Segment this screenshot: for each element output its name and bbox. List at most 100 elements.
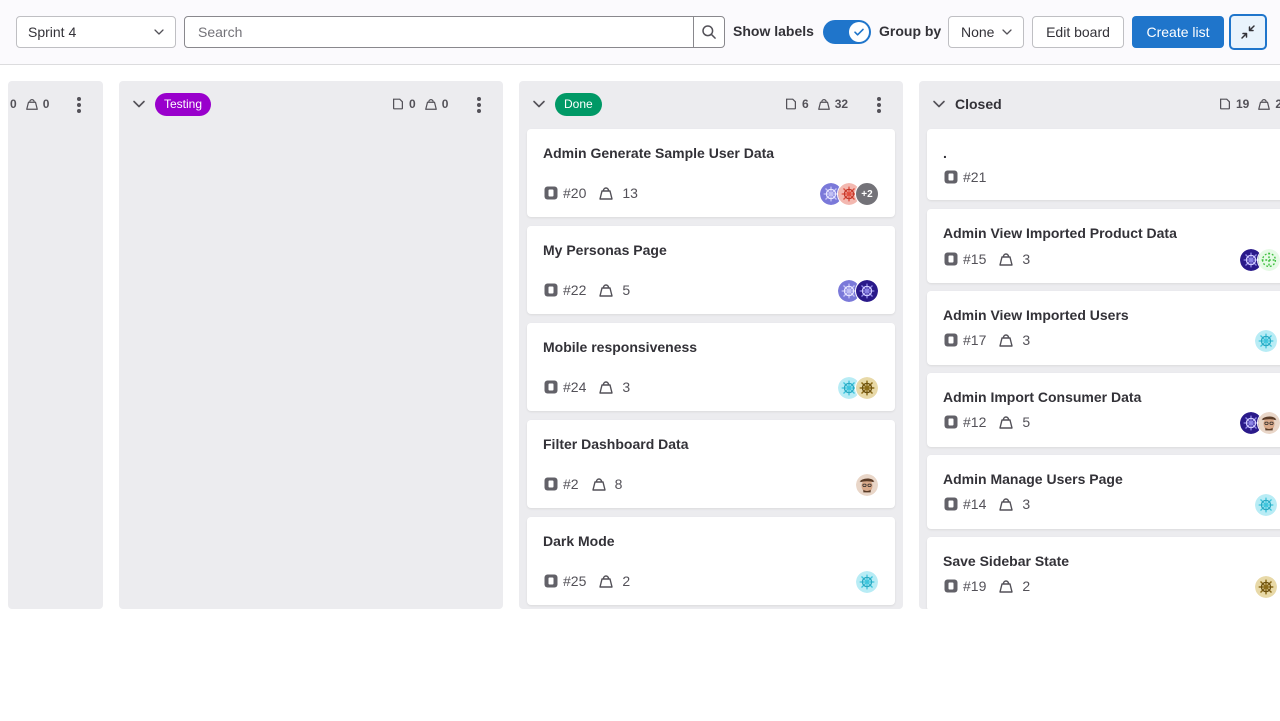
issue-card[interactable]: Admin Generate Sample User Data #20 13 +… <box>527 129 895 217</box>
check-icon <box>854 28 864 36</box>
avatar[interactable] <box>855 376 879 400</box>
issue-weight: 5 <box>1022 414 1031 430</box>
issue-title[interactable]: Admin View Imported Users <box>943 307 1129 323</box>
issue-title[interactable]: Admin Manage Users Page <box>943 471 1123 487</box>
issue-card[interactable]: Dark Mode #25 2 <box>527 517 895 605</box>
issue-number: #24 <box>563 379 587 395</box>
list-header: 0 0 <box>8 81 103 129</box>
issue-card[interactable]: . #21 <box>927 129 1280 200</box>
issue-title[interactable]: . <box>943 145 947 161</box>
group-by-dropdown[interactable]: None <box>948 16 1024 48</box>
issues-icon <box>391 97 405 111</box>
issue-card[interactable]: My Personas Page #22 5 <box>527 226 895 314</box>
issue-card[interactable]: Admin Import Consumer Data #12 5 <box>927 373 1280 447</box>
collapse-fullscreen-button[interactable] <box>1229 14 1267 50</box>
weight-icon <box>998 414 1014 430</box>
issue-card[interactable]: Admin View Imported Product Data #15 3 <box>927 209 1280 283</box>
issue-count: 0 <box>10 97 17 111</box>
weight-icon <box>998 496 1014 512</box>
create-list-button[interactable]: Create list <box>1132 16 1224 48</box>
avatar[interactable] <box>855 279 879 303</box>
issue-meta: #24 3 <box>543 379 630 395</box>
collapse-list-chevron-icon[interactable] <box>132 99 146 109</box>
assignee-avatars <box>1254 493 1278 517</box>
issue-title[interactable]: Save Sidebar State <box>943 553 1069 569</box>
list-actions-kebab-icon[interactable] <box>71 95 87 115</box>
collapse-list-chevron-icon[interactable] <box>532 99 546 109</box>
group-by-value: None <box>961 24 995 40</box>
avatar[interactable] <box>1254 493 1278 517</box>
avatar[interactable] <box>1257 248 1280 272</box>
issue-number: #25 <box>563 573 587 589</box>
avatar[interactable] <box>1254 575 1278 599</box>
show-labels-toggle[interactable] <box>823 20 871 44</box>
weight-icon <box>598 379 614 395</box>
more-assignees-badge[interactable]: +2 <box>855 182 879 206</box>
issue-icon <box>943 496 959 512</box>
issue-title[interactable]: Filter Dashboard Data <box>543 436 688 452</box>
issue-title[interactable]: Admin Generate Sample User Data <box>543 145 774 161</box>
weight-icon <box>1257 97 1271 111</box>
issue-icon <box>943 251 959 267</box>
weight-icon <box>598 573 614 589</box>
issue-weight: 2 <box>1022 578 1031 594</box>
issue-number: #15 <box>963 251 987 267</box>
board-list-closed: Closed 19 2 . #21 Admin View Imported Pr… <box>919 81 1280 609</box>
list-actions-kebab-icon[interactable] <box>471 95 487 115</box>
avatar[interactable] <box>855 570 879 594</box>
issue-card[interactable]: Save Sidebar State #19 2 <box>927 537 1280 609</box>
issue-weight: 3 <box>622 379 631 395</box>
issue-number: #19 <box>963 578 987 594</box>
issue-title[interactable]: Admin View Imported Product Data <box>943 225 1177 241</box>
issue-meta: #20 13 <box>543 185 638 201</box>
board-toolbar: Sprint 4 Show labels Group by None Edit … <box>0 0 1280 65</box>
collapse-list-chevron-icon[interactable] <box>932 99 946 109</box>
issue-number: #14 <box>963 496 987 512</box>
issue-icon <box>543 573 559 589</box>
weight-icon <box>998 332 1014 348</box>
avatar[interactable] <box>855 473 879 497</box>
search-input[interactable] <box>185 17 694 47</box>
list-counts: 6 32 <box>784 97 848 111</box>
issue-meta: #12 5 <box>943 414 1030 430</box>
assignee-avatars <box>1254 329 1278 353</box>
weight-icon <box>598 185 614 201</box>
issue-meta: #2 8 <box>543 476 622 492</box>
issue-number: #22 <box>563 282 587 298</box>
issue-title[interactable]: My Personas Page <box>543 242 667 258</box>
avatar[interactable] <box>1257 411 1280 435</box>
list-title-closed: Closed <box>955 96 1002 112</box>
list-actions-kebab-icon[interactable] <box>871 95 887 115</box>
search-box <box>184 16 725 48</box>
avatar[interactable] <box>1254 329 1278 353</box>
issue-card[interactable]: Admin View Imported Users #17 3 <box>927 291 1280 365</box>
board-list-testing: Testing 0 0 <box>119 81 503 609</box>
issue-meta: #14 3 <box>943 496 1030 512</box>
issue-card[interactable]: Mobile responsiveness #24 3 <box>527 323 895 411</box>
issue-icon <box>943 332 959 348</box>
group-by-label: Group by <box>879 23 942 39</box>
issue-card[interactable]: Admin Manage Users Page #14 3 <box>927 455 1280 529</box>
issue-weight: 3 <box>1022 332 1031 348</box>
issue-meta: #19 2 <box>943 578 1030 594</box>
issue-title[interactable]: Admin Import Consumer Data <box>943 389 1141 405</box>
sprint-dropdown[interactable]: Sprint 4 <box>16 16 176 48</box>
edit-board-button[interactable]: Edit board <box>1032 16 1124 48</box>
issue-meta: #25 2 <box>543 573 630 589</box>
issue-icon <box>543 379 559 395</box>
list-counts: 0 0 <box>391 97 448 111</box>
issue-number: #20 <box>563 185 587 201</box>
weight-icon <box>591 476 607 492</box>
issue-title[interactable]: Mobile responsiveness <box>543 339 697 355</box>
issue-number: #2 <box>563 476 579 492</box>
list-header: Testing 0 0 <box>119 81 503 129</box>
issue-meta: #22 5 <box>543 282 630 298</box>
search-icon <box>702 25 716 39</box>
issue-title[interactable]: Dark Mode <box>543 533 615 549</box>
weight-count: 2 <box>1275 97 1280 111</box>
search-button[interactable] <box>693 17 724 47</box>
issue-meta: #15 3 <box>943 251 1030 267</box>
board-list-partial: 0 0 <box>8 81 103 609</box>
issue-card[interactable]: Filter Dashboard Data #2 8 <box>527 420 895 508</box>
issue-meta: #17 3 <box>943 332 1030 348</box>
